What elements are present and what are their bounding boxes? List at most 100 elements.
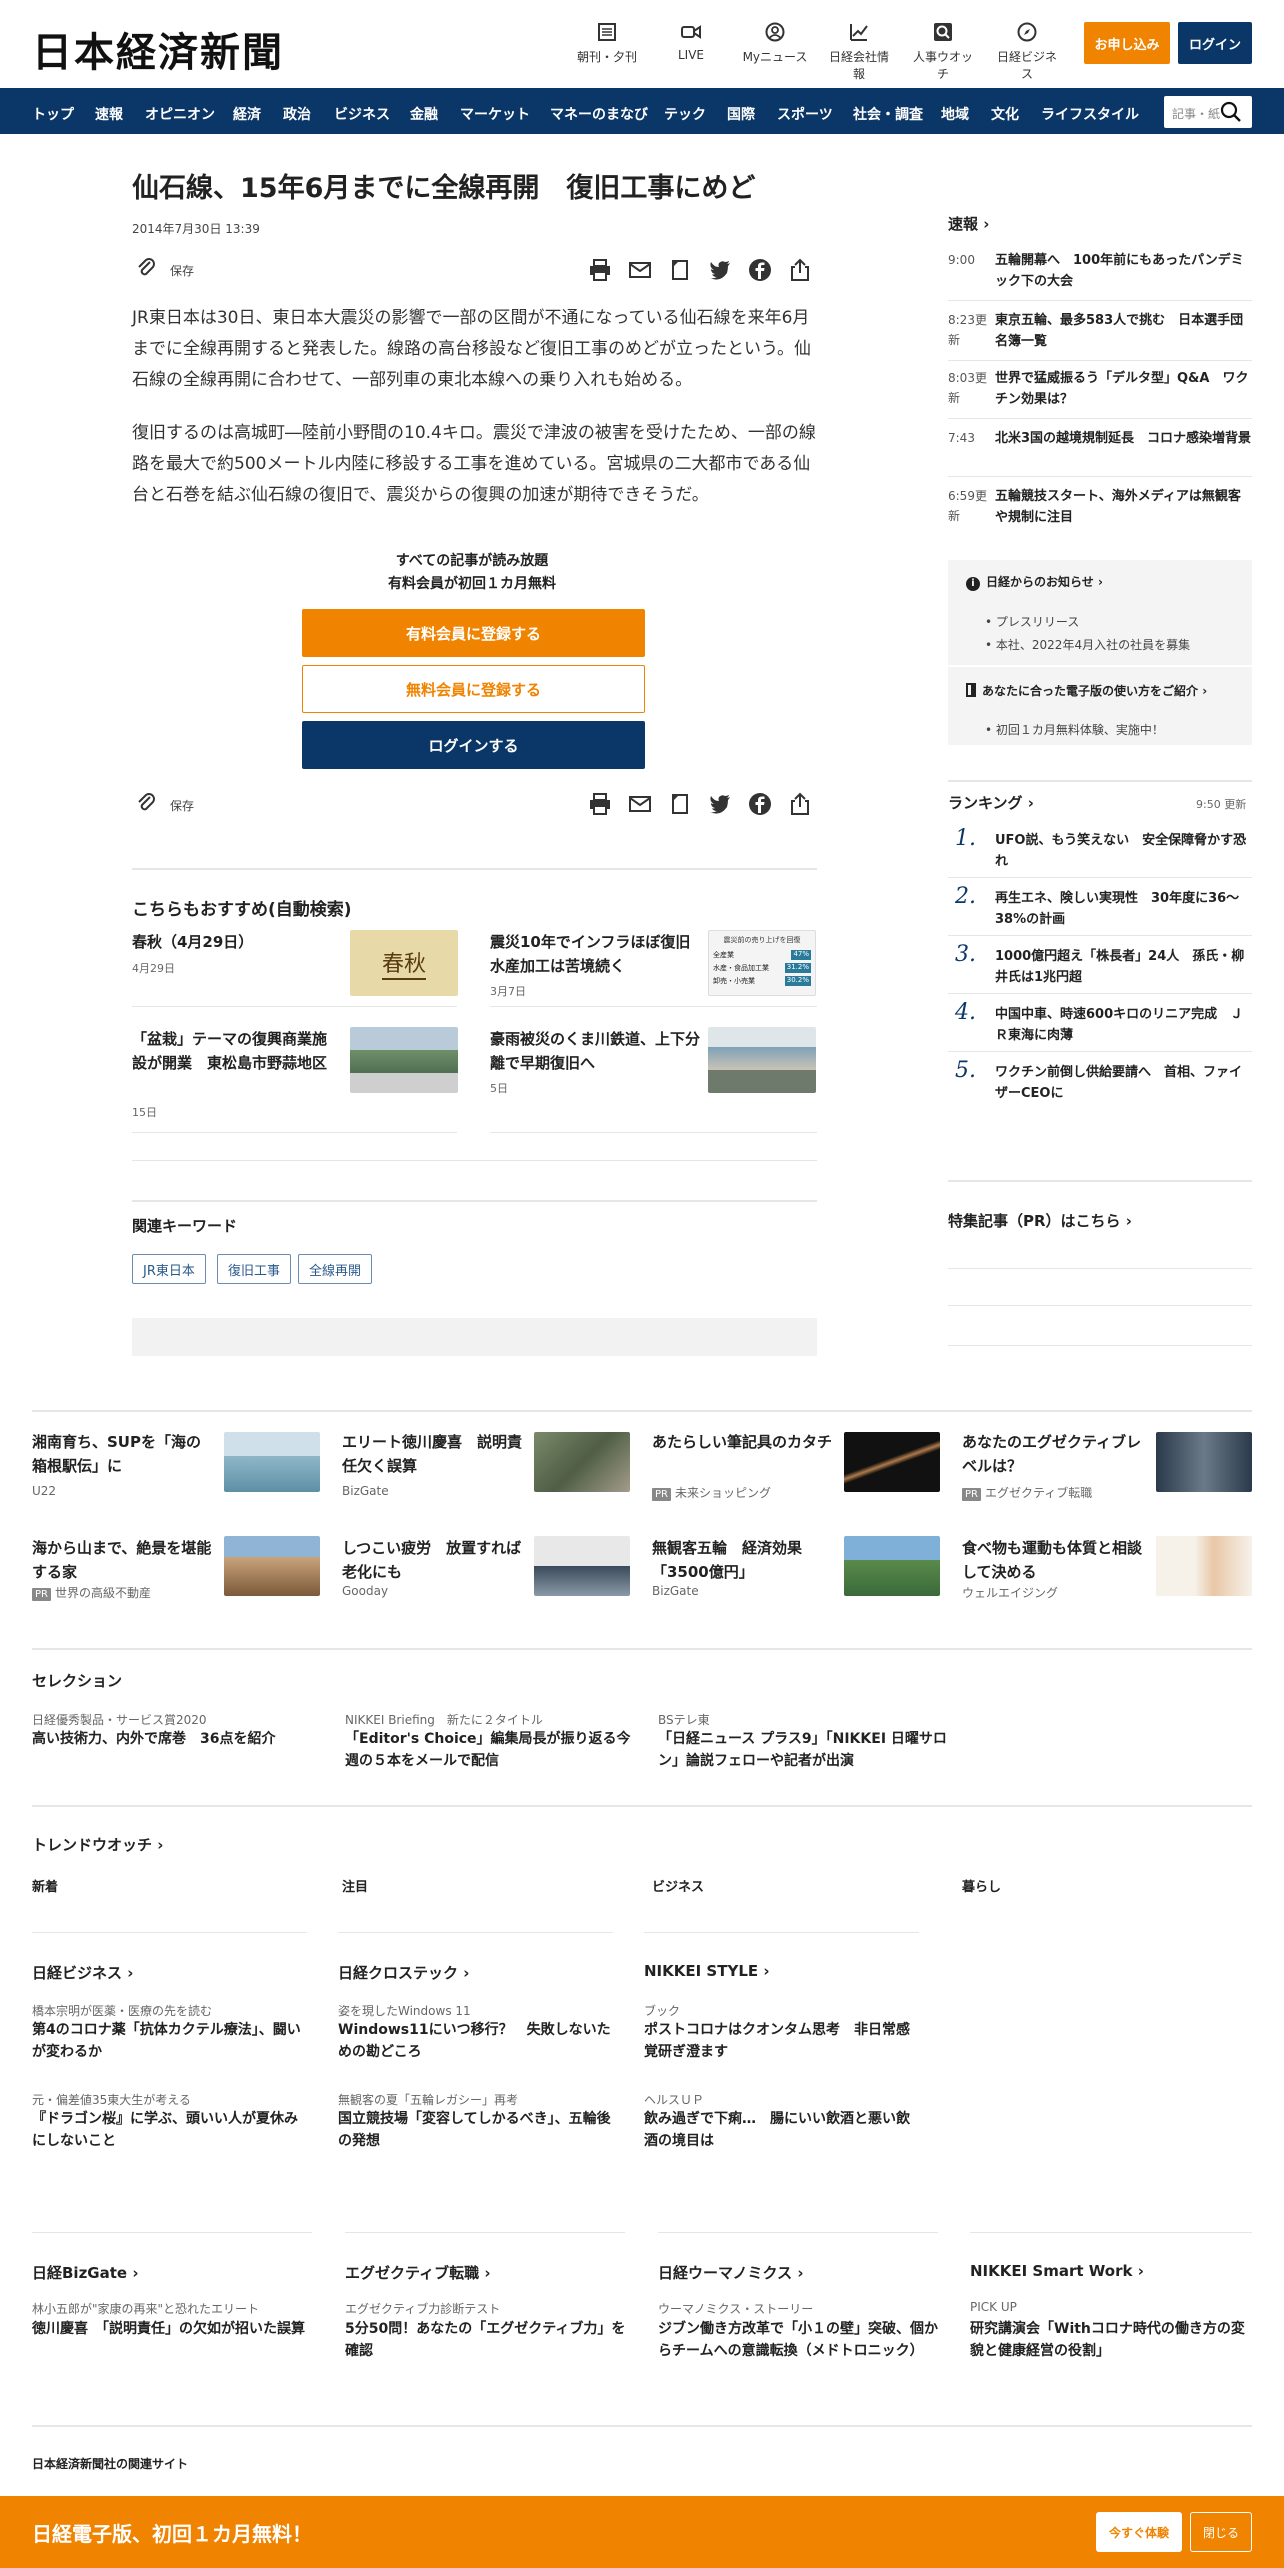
header-link-paper[interactable]: 朝刊・夕刊 <box>572 22 642 65</box>
nav-item-culture[interactable]: 文化 <box>991 104 1019 124</box>
nav-item-region[interactable]: 地域 <box>941 104 969 124</box>
media-heading[interactable]: NIKKEI STYLE › <box>644 1962 770 1980</box>
media-title[interactable]: 5分50問！あなたの「エグゼクティブ力」を確認 <box>345 2318 630 2362</box>
note-icon[interactable] <box>668 258 692 282</box>
mail-icon[interactable] <box>628 258 652 282</box>
news-title[interactable]: 北米3国の越境規制延長 コロナ感染増背景 <box>995 428 1252 449</box>
header-link-live[interactable]: LIVE <box>656 22 726 62</box>
news-title[interactable]: 東京五輪、最多583人で挑む 日本選手団名簿一覧 <box>995 310 1252 352</box>
trend-heading[interactable]: トレンドウオッチ › <box>32 1834 163 1855</box>
selection-title[interactable]: 「Editor's Choice」編集局長が振り返る今週の５本をメールで配信 <box>345 1728 635 1772</box>
media-heading[interactable]: 日経クロステック › <box>338 1962 469 1983</box>
header-link-company[interactable]: 日経会社情報 <box>824 22 894 82</box>
twitter-icon[interactable] <box>708 792 732 816</box>
media-heading[interactable]: NIKKEI Smart Work › <box>970 2262 1144 2280</box>
selection-title[interactable]: 高い技術力、内外で席巻 36点を紹介 <box>32 1728 322 1750</box>
nav-item-world[interactable]: 国際 <box>727 104 755 124</box>
promo-card[interactable]: 無観客五輪 経済効果「3500億円」 BizGate <box>652 1536 942 1616</box>
nav-item-sokuho[interactable]: 速報 <box>95 104 123 124</box>
tab-new[interactable]: 新着 <box>32 1876 58 1895</box>
media-heading[interactable]: 日経BizGate › <box>32 2262 139 2283</box>
nav-item-top[interactable]: トップ <box>32 104 74 124</box>
media-heading[interactable]: 日経ウーマノミクス › <box>658 2262 804 2283</box>
list-item[interactable]: 「盆栽」テーマの復興商業施設が開業 東松島市野蒜地区 15日 <box>132 1027 462 1127</box>
share-icon[interactable] <box>788 792 812 816</box>
notice-item[interactable]: • プレスリリース <box>985 613 1079 630</box>
keyword-tag[interactable]: 全線再開 <box>298 1254 373 1284</box>
rank-title[interactable]: ワクチン前倒し供給要請へ 首相、ファイザーCEOに <box>995 1062 1252 1104</box>
paywall-login-button[interactable]: ログインする <box>302 721 645 769</box>
keyword-tag[interactable]: JR東日本 <box>132 1254 206 1284</box>
print-icon[interactable] <box>588 258 612 282</box>
note-icon[interactable] <box>668 792 692 816</box>
media-title[interactable]: ジブン働き方改革で「小１の壁」突破、個からチームへの意識転換（メドトロニック） <box>658 2318 943 2362</box>
nav-item-market[interactable]: マーケット <box>460 104 530 124</box>
paperclip-icon[interactable] <box>136 792 156 814</box>
rank-title[interactable]: 1000億円超え「株長者」24人 孫氏・柳井氏は1兆円超 <box>995 946 1252 988</box>
nav-item-lifestyle[interactable]: ライフスタイル <box>1041 104 1139 124</box>
nav-item-sports[interactable]: スポーツ <box>777 104 833 124</box>
notice-item[interactable]: • 初回１カ月無料体験、実施中！ <box>985 721 1164 738</box>
header-link-jinji[interactable]: 人事ウオッチ <box>908 22 978 82</box>
media-title[interactable]: Windows11にいつ移行？ 失敗しないための勘どころ <box>338 2019 613 2063</box>
facebook-icon[interactable] <box>748 792 772 816</box>
list-item[interactable]: 豪雨被災のくま川鉄道、上下分離で早期復旧へ 5日 <box>490 1027 820 1127</box>
promo-card[interactable]: あたらしい筆記具のカタチ PR 未来ショッピング <box>652 1430 942 1510</box>
list-item[interactable]: 春秋（4月29日） 4月29日 春秋 <box>132 930 462 1010</box>
list-item[interactable]: 震災10年でインフラほぼ復旧 水産加工は苦境続く 3月7日 震災前の売り上げを回… <box>490 930 820 1010</box>
login-button[interactable]: ログイン <box>1178 22 1252 64</box>
news-title[interactable]: 五輪開幕へ 100年前にもあったパンデミック下の大会 <box>995 250 1252 292</box>
guide-heading[interactable]: あなたに合った電子版の使い方をご紹介 › <box>966 682 1207 699</box>
trial-button[interactable]: 今すぐ体験 <box>1096 2512 1182 2552</box>
rank-title[interactable]: 中国中車、時速600キロのリニア完成 ＪＲ東海に肉薄 <box>995 1004 1252 1046</box>
close-banner-button[interactable]: 閉じる <box>1190 2512 1252 2552</box>
mail-icon[interactable] <box>628 792 652 816</box>
header-link-business[interactable]: 日経ビジネス <box>992 22 1062 82</box>
twitter-icon[interactable] <box>708 258 732 282</box>
promo-card[interactable]: あなたのエグゼクティブレベルは？ PR エグゼクティブ転職 <box>962 1430 1252 1510</box>
promo-card[interactable]: 食べ物も運動も体質と相談して決める ウェルエイジング <box>962 1536 1252 1616</box>
media-title[interactable]: 飲み過ぎで下痢… 腸にいい飲酒と悪い飲酒の境目は <box>644 2108 919 2152</box>
paid-register-button[interactable]: 有料会員に登録する <box>302 609 645 657</box>
share-icon[interactable] <box>788 258 812 282</box>
tab-life[interactable]: 暮らし <box>962 1876 1001 1895</box>
facebook-icon[interactable] <box>748 258 772 282</box>
nav-item-economy[interactable]: 経済 <box>233 104 261 124</box>
save-button[interactable]: 保存 <box>170 797 194 814</box>
site-logo[interactable]: 日本経済新聞 <box>32 20 284 78</box>
promo-card[interactable]: しつこい疲労 放置すれば老化にも Gooday <box>342 1536 632 1616</box>
media-title[interactable]: ポストコロナはクオンタム思考 非日常感覚研ぎ澄ます <box>644 2019 919 2063</box>
pr-heading[interactable]: 特集記事（PR）はこちら › <box>948 1210 1132 1231</box>
search-icon[interactable] <box>1220 101 1242 123</box>
nav-item-money[interactable]: マネーのまなび <box>550 104 648 124</box>
nav-item-opinion[interactable]: オピニオン <box>145 104 215 124</box>
notice-item[interactable]: • 本社、2022年4月入社の社員を募集 <box>985 636 1190 653</box>
tab-featured[interactable]: 注目 <box>342 1876 368 1895</box>
notice-heading[interactable]: i 日経からのお知らせ › <box>966 573 1103 591</box>
tab-business[interactable]: ビジネス <box>652 1876 704 1895</box>
ranking-heading[interactable]: ランキング › <box>948 792 1034 813</box>
nav-item-business[interactable]: ビジネス <box>334 104 390 124</box>
nav-item-politics[interactable]: 政治 <box>283 104 311 124</box>
nav-item-tech[interactable]: テック <box>664 104 706 124</box>
rank-title[interactable]: 再生エネ、険しい実現性 30年度に36～38%の計画 <box>995 888 1252 930</box>
media-title[interactable]: 国立競技場「変容してしかるべき」、五輪後の発想 <box>338 2108 613 2152</box>
media-title[interactable]: 徳川慶喜 「説明責任」の欠如が招いた誤算 <box>32 2318 317 2340</box>
nav-item-finance[interactable]: 金融 <box>410 104 438 124</box>
free-register-button[interactable]: 無料会員に登録する <box>302 665 645 713</box>
news-title[interactable]: 世界で猛威振るう「デルタ型」Q&A ワクチン効果は？ <box>995 368 1252 410</box>
rank-title[interactable]: UFO説、もう笑えない 安全保障脅かす恐れ <box>995 830 1252 872</box>
save-button[interactable]: 保存 <box>170 262 194 279</box>
promo-card[interactable]: エリート徳川慶喜 説明責任欠く誤算 BizGate <box>342 1430 632 1510</box>
paperclip-icon[interactable] <box>136 257 156 279</box>
nav-item-society[interactable]: 社会・調査 <box>853 104 923 124</box>
media-heading[interactable]: 日経ビジネス › <box>32 1962 133 1983</box>
media-title[interactable]: 研究講演会「Withコロナ時代の働き方の変貌と健康経営の役割」 <box>970 2318 1252 2362</box>
media-heading[interactable]: エグゼクティブ転職 › <box>345 2262 491 2283</box>
header-link-mynews[interactable]: Myニュース <box>740 22 810 65</box>
keyword-tag[interactable]: 復旧工事 <box>217 1254 292 1284</box>
selection-title[interactable]: 「日経ニュース プラス9」「NIKKEI 日曜サロン」論説フェローや記者が出演 <box>658 1728 948 1772</box>
promo-card[interactable]: 湘南育ち、SUPを「海の箱根駅伝」に U22 <box>32 1430 322 1510</box>
media-title[interactable]: 『ドラゴン桜』に学ぶ、頭いい人が夏休みにしないこと <box>32 2108 307 2152</box>
media-title[interactable]: 第4のコロナ薬「抗体カクテル療法」、闘いが変わるか <box>32 2019 307 2063</box>
